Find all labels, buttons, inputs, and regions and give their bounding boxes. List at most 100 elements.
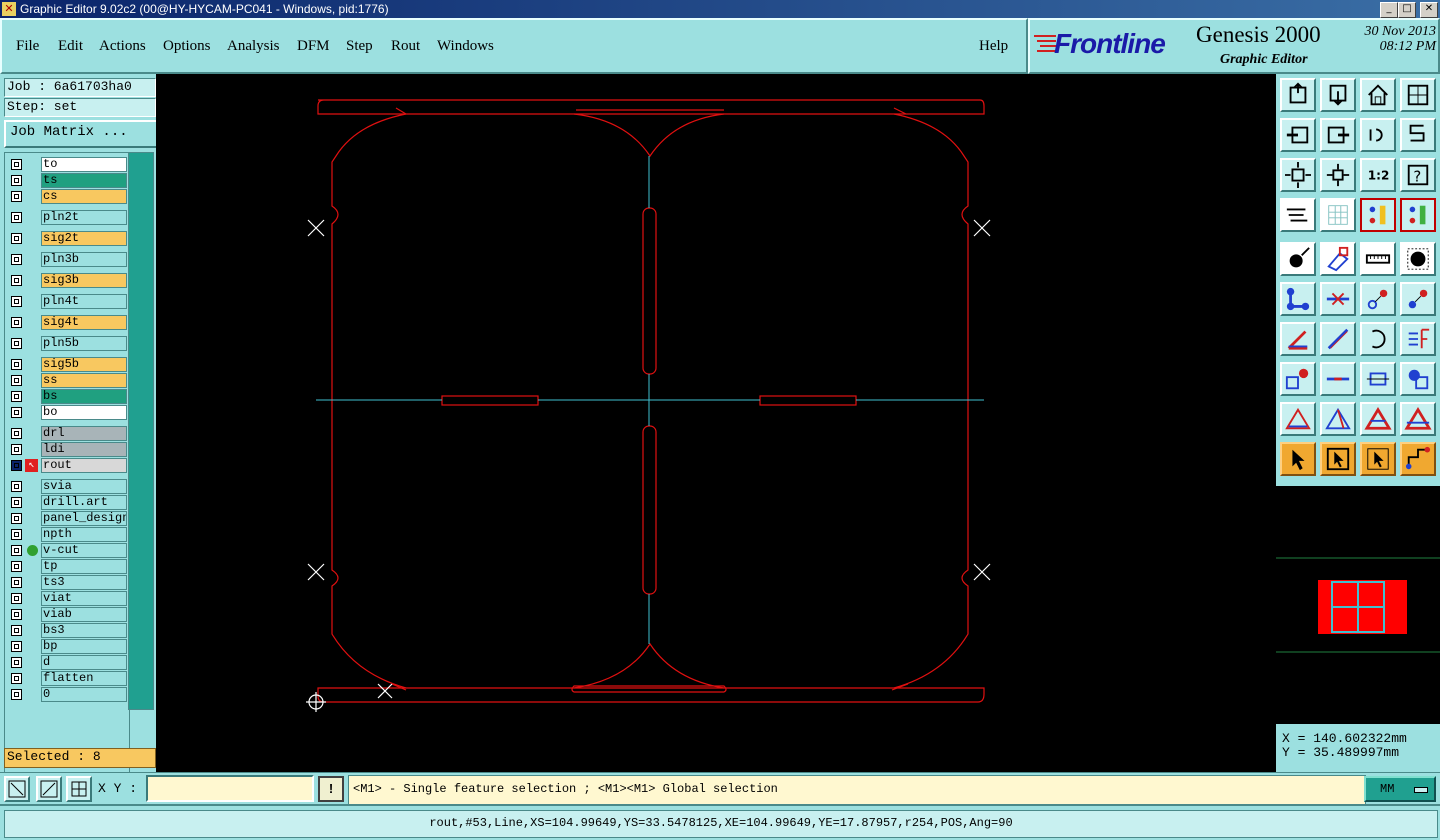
layer-row[interactable]: v-cut [5,543,127,558]
layer-row[interactable]: drill.art [5,495,127,510]
ruler-button[interactable] [1360,242,1396,276]
measure-tools-button[interactable] [1280,198,1316,232]
layer-checkbox[interactable] [11,689,22,700]
move-point-button[interactable] [1360,282,1396,316]
layer-checkbox[interactable] [11,460,22,471]
fit-button[interactable] [1280,158,1316,192]
layer-row[interactable]: ts3 [5,575,127,590]
layers-color-button[interactable] [1360,198,1396,232]
layer-row[interactable]: ldi [5,442,127,457]
layer-checkbox[interactable] [11,428,22,439]
layer-row[interactable]: to [5,157,127,172]
layer-row[interactable]: bs3 [5,623,127,638]
circle-fill-button[interactable] [1400,242,1436,276]
move-point2-button[interactable] [1400,282,1436,316]
layer-checkbox[interactable] [11,444,22,455]
layer-checkbox[interactable] [11,641,22,652]
menu-edit[interactable]: Edit [58,38,83,55]
layer-checkbox[interactable] [11,317,22,328]
arc-button[interactable] [1360,322,1396,356]
layer-row[interactable]: sig4t [5,315,127,330]
point-box-button[interactable] [1280,362,1316,396]
graphic-canvas[interactable] [156,74,1276,772]
route-path-button[interactable] [1400,442,1436,476]
layer-row[interactable]: ↖ rout [5,458,127,473]
snap-point-button[interactable] [1280,242,1316,276]
layer-checkbox[interactable] [11,529,22,540]
layer-checkbox[interactable] [11,212,22,223]
triangle2-button[interactable] [1320,402,1356,436]
layer-row[interactable]: sig2t [5,231,127,246]
layer-row[interactable]: viat [5,591,127,606]
layer-checkbox[interactable] [11,625,22,636]
layer-row[interactable]: bp [5,639,127,654]
menu-step[interactable]: Step [346,38,373,55]
grid-button[interactable] [1320,198,1356,232]
snake-button[interactable] [1400,118,1436,152]
layer-row[interactable]: svia [5,479,127,494]
layer-row[interactable]: pln2t [5,210,127,225]
snap-grid-button[interactable] [66,776,92,802]
line-dash-button[interactable] [1320,362,1356,396]
layer-row[interactable]: flatten [5,671,127,686]
layer-checkbox[interactable] [11,545,22,556]
home-button[interactable] [1360,78,1396,112]
layer-checkbox[interactable] [11,657,22,668]
layer-checkbox[interactable] [11,191,22,202]
menu-rout[interactable]: Rout [391,38,420,55]
layer-row[interactable]: viab [5,607,127,622]
triangle-a-button[interactable] [1360,402,1396,436]
dimension-button[interactable] [1360,362,1396,396]
layer-checkbox[interactable] [11,513,22,524]
layer-checkbox[interactable] [11,593,22,604]
layer-row[interactable]: ss [5,373,127,388]
menu-file[interactable]: File [16,38,39,55]
layer-scrollbar[interactable] [128,152,154,710]
measure-button[interactable] [36,776,62,802]
menu-analysis[interactable]: Analysis [227,38,280,55]
layer-checkbox[interactable] [11,359,22,370]
layer-row[interactable]: panel_design [5,511,127,526]
select-arrow-button[interactable] [1280,442,1316,476]
layer-row[interactable]: bo [5,405,127,420]
triangle-a2-button[interactable] [1400,402,1436,436]
units-dropdown[interactable]: MM [1364,776,1436,802]
menu-dfm[interactable]: DFM [297,38,330,55]
layer-row[interactable]: sig5b [5,357,127,372]
select-arrow-box-button[interactable] [1320,442,1356,476]
layer-checkbox[interactable] [11,254,22,265]
layer-checkbox[interactable] [11,375,22,386]
layer-checkbox[interactable] [11,233,22,244]
layer-row[interactable]: npth [5,527,127,542]
layer-row[interactable]: pln5b [5,336,127,351]
layer-checkbox[interactable] [11,175,22,186]
help-button[interactable]: ? [1400,158,1436,192]
layer-checkbox[interactable] [11,391,22,402]
job-matrix-button[interactable]: Job Matrix ... [4,120,160,148]
layers-active-button[interactable] [1400,198,1436,232]
arrow-right-button[interactable] [1320,118,1356,152]
home-top-button[interactable] [1280,78,1316,112]
zoom-area-button[interactable] [4,776,30,802]
layer-checkbox[interactable] [11,481,22,492]
connect-button[interactable] [1280,282,1316,316]
layer-row[interactable]: pln3b [5,252,127,267]
window-button[interactable] [1400,78,1436,112]
layer-row[interactable]: bs [5,389,127,404]
layer-checkbox[interactable] [11,296,22,307]
layer-checkbox[interactable] [11,338,22,349]
layer-row[interactable]: cs [5,189,127,204]
layer-checkbox[interactable] [11,275,22,286]
triangle-button[interactable] [1280,402,1316,436]
scale-1-2-button[interactable]: 1:2 [1360,158,1396,192]
overview-panel[interactable] [1276,486,1440,724]
layer-row[interactable]: tp [5,559,127,574]
xy-input[interactable] [146,775,314,802]
center-button[interactable] [1320,158,1356,192]
layer-row[interactable]: d [5,655,127,670]
layer-checkbox[interactable] [11,497,22,508]
layer-checkbox[interactable] [11,673,22,684]
slope-button[interactable] [1320,322,1356,356]
menu-windows[interactable]: Windows [437,38,494,55]
menu-help[interactable]: Help [979,38,1008,55]
